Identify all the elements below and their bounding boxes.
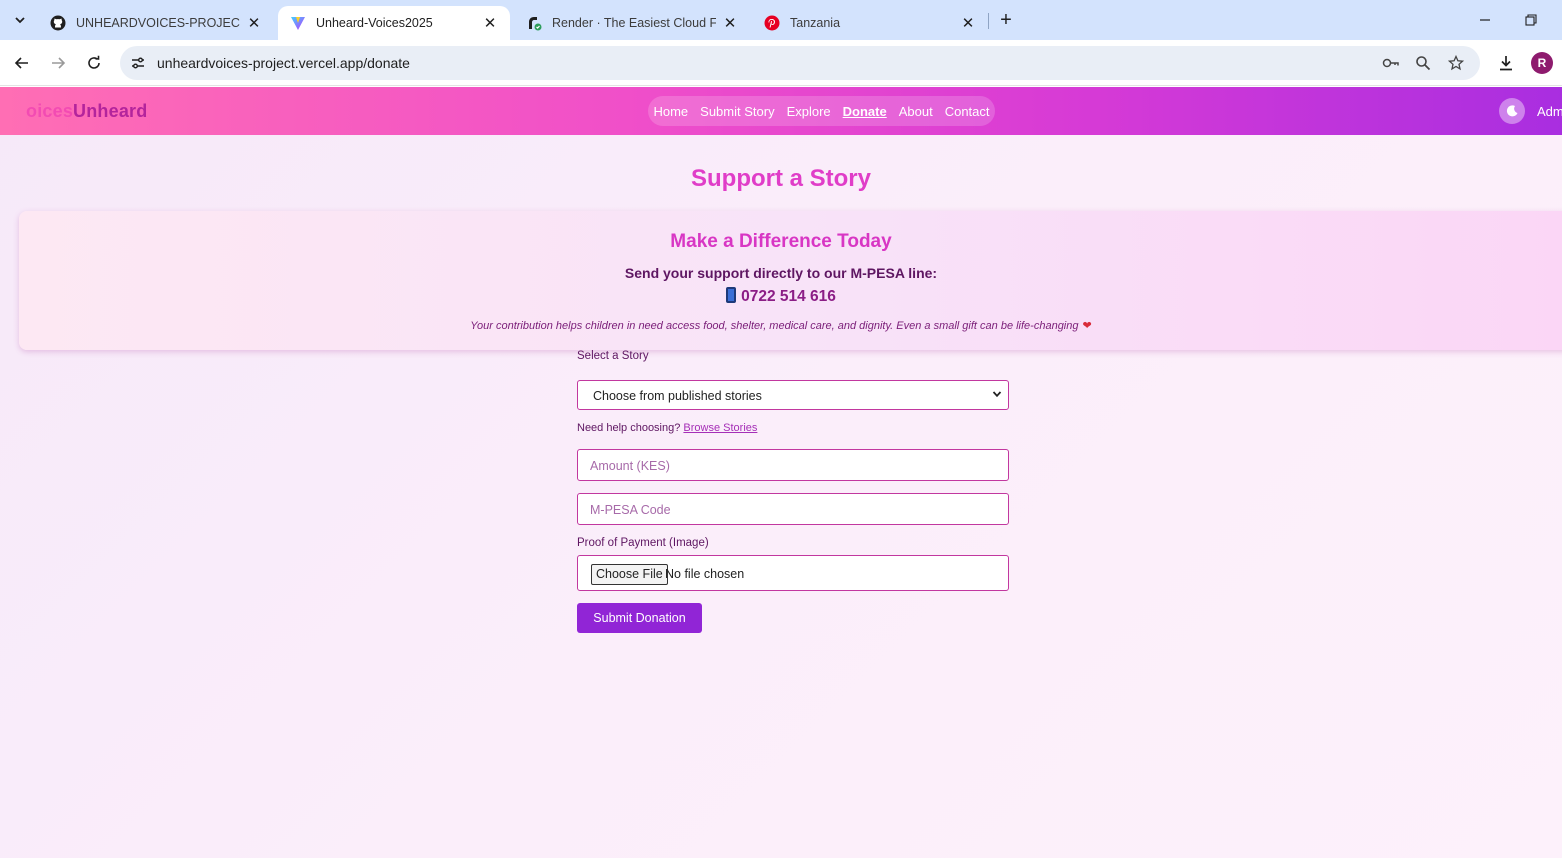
- site-info-icon[interactable]: [128, 53, 148, 73]
- github-icon: [50, 15, 66, 31]
- bookmark-star-icon[interactable]: [1446, 53, 1466, 73]
- tab-separator: [988, 13, 989, 29]
- story-select-label: Select a Story: [577, 350, 649, 362]
- proof-label: Proof of Payment (Image): [577, 537, 709, 549]
- site-logo[interactable]: oicesUnheard: [26, 101, 147, 122]
- restore-icon[interactable]: [1508, 0, 1554, 40]
- story-select-value: Choose from published stories: [593, 389, 762, 403]
- mpesa-phone: 0722 514 616: [0, 287, 1562, 306]
- nav-about[interactable]: About: [899, 104, 933, 119]
- tab-title: Render · The Easiest Cloud For A: [552, 16, 716, 30]
- browser-tab-strip: UNHEARDVOICES-PROJECT/ at ✕ Unheard-Voic…: [0, 0, 1562, 40]
- forward-icon[interactable]: [46, 51, 70, 75]
- downloads-icon[interactable]: [1494, 51, 1518, 75]
- back-icon[interactable]: [10, 51, 34, 75]
- mpesa-code-input[interactable]: M-PESA Code: [577, 493, 1009, 525]
- tab-unheard-voices[interactable]: Unheard-Voices2025 ✕: [278, 6, 510, 40]
- browse-stories-link[interactable]: Browse Stories: [683, 422, 757, 434]
- mobile-phone-icon: [726, 287, 737, 303]
- file-status: No file chosen: [665, 567, 745, 581]
- card-note: Your contribution helps children in need…: [470, 320, 1092, 332]
- zoom-icon[interactable]: [1413, 53, 1433, 73]
- close-icon[interactable]: ✕: [482, 15, 498, 32]
- tab-title: UNHEARDVOICES-PROJECT/ at: [76, 16, 240, 30]
- admin-avatar-icon[interactable]: [1499, 98, 1525, 124]
- phone-number: 0722 514 616: [741, 288, 836, 305]
- tab-github[interactable]: UNHEARDVOICES-PROJECT/ at ✕: [38, 6, 274, 40]
- reload-icon[interactable]: [82, 51, 106, 75]
- nav-explore[interactable]: Explore: [787, 104, 831, 119]
- vercel-icon: [290, 15, 306, 31]
- url-text: unheardvoices-project.vercel.app/donate: [157, 55, 410, 71]
- mpesa-info-card: Make a Difference Today Send your suppor…: [19, 211, 1562, 350]
- site-navbar: oicesUnheard Home Submit Story Explore D…: [0, 87, 1562, 135]
- profile-avatar[interactable]: R: [1531, 52, 1553, 74]
- new-tab-icon[interactable]: +: [994, 8, 1018, 32]
- tab-search-icon[interactable]: [8, 8, 32, 32]
- password-key-icon[interactable]: [1381, 53, 1401, 73]
- main-nav: Home Submit Story Explore Donate About C…: [648, 96, 995, 126]
- choose-file-button[interactable]: Choose File: [591, 564, 668, 585]
- nav-submit-story[interactable]: Submit Story: [700, 104, 774, 119]
- pinterest-icon: [764, 15, 780, 31]
- chevron-down-icon: [992, 388, 1002, 402]
- card-title: Make a Difference Today: [670, 231, 892, 252]
- proof-file-input[interactable]: Choose File No file chosen: [577, 555, 1009, 591]
- render-icon: [526, 15, 542, 31]
- nav-donate[interactable]: Donate: [843, 104, 887, 119]
- tab-pinterest[interactable]: Tanzania ✕: [752, 6, 988, 40]
- card-instructions: Send your support directly to our M-PESA…: [624, 265, 938, 281]
- address-bar[interactable]: unheardvoices-project.vercel.app/donate: [120, 46, 1480, 80]
- tab-title: Unheard-Voices2025: [316, 16, 433, 30]
- story-select[interactable]: Choose from published stories: [577, 380, 1009, 410]
- close-icon[interactable]: ✕: [722, 15, 738, 32]
- amount-input[interactable]: Amount (KES): [577, 449, 1009, 481]
- submit-donation-button[interactable]: Submit Donation: [577, 603, 702, 633]
- heart-icon: ❤: [1082, 320, 1092, 332]
- page-title: Support a Story: [690, 165, 871, 192]
- minimize-icon[interactable]: [1462, 0, 1508, 40]
- close-icon[interactable]: ✕: [960, 15, 976, 32]
- nav-home[interactable]: Home: [653, 104, 688, 119]
- story-help: Need help choosing? Browse Stories: [577, 422, 758, 434]
- nav-contact[interactable]: Contact: [945, 104, 990, 119]
- tab-render[interactable]: Render · The Easiest Cloud For A ✕: [514, 6, 750, 40]
- tab-title: Tanzania: [790, 16, 841, 30]
- page-content: oicesUnheard Home Submit Story Explore D…: [0, 87, 1562, 858]
- browser-toolbar: unheardvoices-project.vercel.app/donate: [0, 40, 1562, 86]
- admin-label[interactable]: Adm: [1537, 104, 1562, 119]
- close-icon[interactable]: ✕: [246, 15, 262, 32]
